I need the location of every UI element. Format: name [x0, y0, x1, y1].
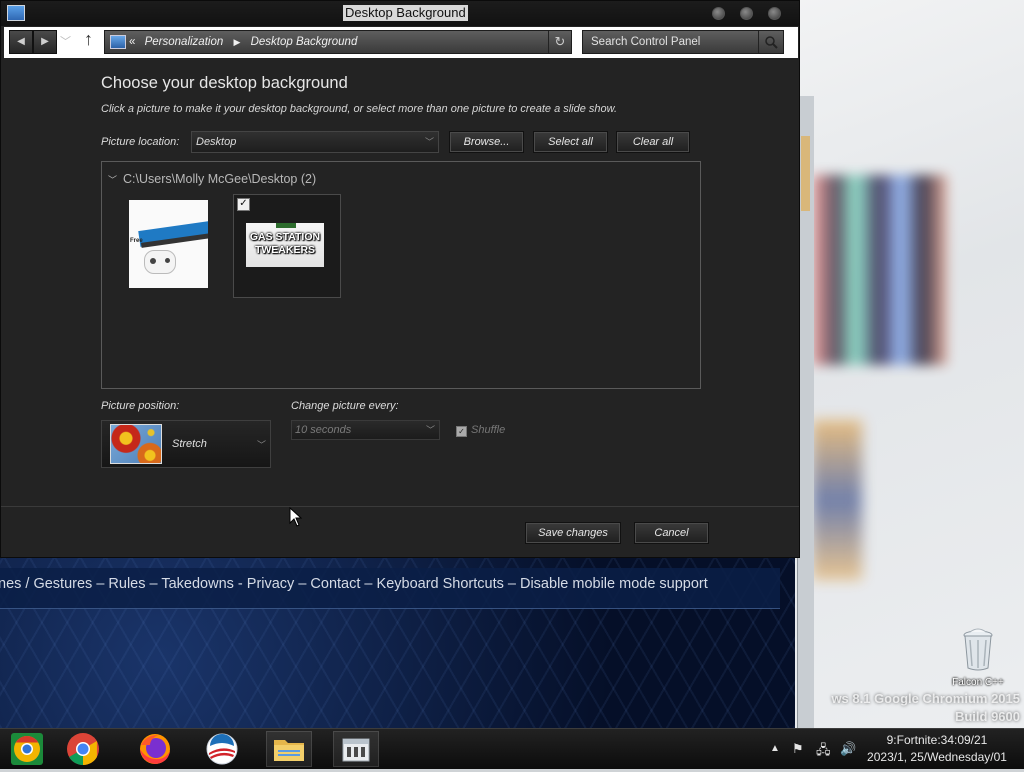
taskbar-firefox[interactable]	[132, 731, 178, 767]
meme-image-detail	[276, 223, 296, 228]
breadcrumb: « Personalization ▶ Desktop Background	[129, 31, 357, 53]
controller-icon	[144, 250, 176, 274]
obama-logo-icon	[206, 733, 238, 765]
titlebar[interactable]: Desktop Background	[1, 1, 799, 26]
meme-caption: GAS STATION TWEAKERS	[249, 231, 321, 256]
change-picture-label: Change picture every:	[291, 400, 399, 412]
shuffle-checkbox[interactable]: ✓	[456, 426, 467, 437]
picture-thumbnail-selected[interactable]: ✓ GAS STATION TWEAKERS	[233, 194, 341, 298]
picture-gallery: ﹀ C:\Users\Molly McGee\Desktop (2) Free ✓…	[101, 161, 701, 389]
change-interval-select[interactable]: 10 seconds ﹀	[291, 420, 440, 440]
picture-location-label: Picture location:	[101, 136, 180, 148]
clock-date: 2023/1, 25/Wednesday/01	[867, 750, 1007, 764]
taskbar-clock[interactable]: 9:Fortnite:34:09/21 2023/1, 25/Wednesday…	[862, 732, 1012, 766]
chevron-down-icon: ﹀	[425, 425, 435, 435]
change-interval-value: 10 seconds	[295, 424, 352, 436]
action-center-flag-icon[interactable]: ⚑	[792, 741, 804, 757]
taskbar-control-panel[interactable]	[333, 731, 379, 767]
page-instructions: Click a picture to make it your desktop …	[101, 103, 618, 115]
minimize-button[interactable]	[712, 7, 725, 20]
footer-divider	[1, 506, 799, 507]
back-arrow-icon: ◀	[17, 36, 25, 47]
os-watermark: ws 8.1 Google Chromium 2015 Build 9600	[831, 690, 1020, 726]
mouse-cursor-icon	[289, 507, 303, 527]
control-panel-app-icon	[7, 5, 25, 21]
back-button[interactable]: ◀	[9, 30, 33, 54]
volume-icon[interactable]: 🔊	[840, 741, 856, 757]
picture-position-label: Picture position:	[101, 400, 180, 412]
folder-path: C:\Users\Molly McGee\Desktop (2)	[123, 172, 317, 186]
close-button[interactable]	[768, 7, 781, 20]
control-panel-icon	[110, 35, 126, 49]
browse-button[interactable]: Browse...	[449, 131, 524, 153]
recycle-bin-label: Falcon C++	[952, 677, 1004, 688]
recycle-bin-desktop-icon[interactable]: Falcon C++	[948, 628, 1008, 688]
blurred-wallpaper-art-2	[812, 420, 862, 580]
picture-thumbnail-controller[interactable]: Free	[129, 200, 208, 288]
search-icon	[765, 36, 778, 49]
chevron-down-icon: ﹀	[256, 440, 266, 450]
footer-links-text[interactable]: nes / Gestures – Rules – Takedowns - Pri…	[0, 576, 708, 592]
watermark-line-1: ws 8.1 Google Chromium 2015	[831, 691, 1020, 706]
meme-image-icon: GAS STATION TWEAKERS	[246, 223, 324, 267]
breadcrumb-separator-icon[interactable]: ▶	[233, 37, 240, 47]
blurred-wallpaper-art	[812, 175, 947, 365]
desktop-background-window: Desktop Background ◀ ▶ ﹀ ↑ « Personaliza…	[0, 0, 800, 558]
thumbnail-text: Free	[130, 238, 143, 244]
chevron-down-icon: ﹀	[424, 137, 434, 147]
maximize-button[interactable]	[740, 7, 753, 20]
picture-position-select[interactable]: Stretch ﹀	[101, 420, 271, 468]
search-input[interactable]	[583, 31, 755, 53]
file-explorer-icon	[274, 740, 304, 761]
firefox-icon	[140, 734, 170, 764]
chrome-canary-icon	[11, 733, 43, 765]
navigation-bar: ◀ ▶ ﹀ ↑ « Personalization ▶ Desktop Back…	[4, 27, 798, 58]
shuffle-label: Shuffle	[471, 424, 506, 436]
shuffle-option[interactable]: ✓ Shuffle	[456, 424, 505, 437]
watermark-line-2: Build 9600	[954, 709, 1020, 724]
select-all-button[interactable]: Select all	[533, 131, 608, 153]
up-arrow-icon[interactable]: ↑	[84, 29, 93, 50]
window-title: Desktop Background	[343, 5, 468, 21]
picture-checkbox[interactable]: ✓	[237, 198, 250, 211]
picture-location-select[interactable]: Desktop ﹀	[191, 131, 439, 153]
picture-position-value: Stretch	[172, 438, 207, 450]
taskbar-chrome-canary[interactable]	[4, 731, 50, 767]
clear-all-button[interactable]: Clear all	[616, 131, 690, 153]
recycle-bin-icon	[963, 628, 993, 671]
forward-button[interactable]: ▶	[33, 30, 57, 54]
control-panel-icon	[342, 738, 370, 762]
webpage-footer-links[interactable]: nes / Gestures – Rules – Takedowns - Pri…	[0, 568, 780, 609]
address-bar[interactable]: « Personalization ▶ Desktop Background ↻	[104, 30, 572, 54]
taskbar-chrome[interactable]	[60, 731, 106, 767]
clock-time: 9:Fortnite:34:09/21	[886, 733, 988, 747]
page-title: Choose your desktop background	[101, 74, 348, 92]
cancel-button[interactable]: Cancel	[634, 522, 709, 544]
breadcrumb-personalization[interactable]: Personalization	[145, 36, 224, 48]
refresh-button[interactable]: ↻	[548, 31, 571, 53]
taskbar-obama-logo[interactable]	[199, 731, 245, 767]
taskbar-file-explorer[interactable]	[266, 731, 312, 767]
breadcrumb-overflow[interactable]: «	[129, 36, 135, 48]
refresh-icon: ↻	[554, 34, 566, 49]
network-icon[interactable]: 🖧	[816, 741, 831, 763]
chrome-icon	[67, 733, 99, 766]
search-box	[582, 30, 784, 54]
picture-location-value: Desktop	[196, 136, 237, 148]
browser-scrollbar-thumb[interactable]	[801, 136, 810, 211]
flowers-preview-icon	[110, 424, 162, 464]
collapse-chevron-icon[interactable]: ﹀	[108, 175, 117, 185]
recent-pages-chevron-icon[interactable]: ﹀	[60, 33, 71, 49]
search-button[interactable]	[758, 31, 783, 53]
taskbar: ▲ ⚑ 🖧 🔊 9:Fortnite:34:09/21 2023/1, 25/W…	[0, 728, 1024, 769]
save-changes-button[interactable]: Save changes	[525, 522, 621, 544]
breadcrumb-desktop-background[interactable]: Desktop Background	[251, 36, 358, 48]
forward-arrow-icon: ▶	[41, 36, 49, 47]
show-hidden-icons-chevron-icon[interactable]: ▲	[770, 743, 780, 754]
folder-group-header[interactable]: ﹀ C:\Users\Molly McGee\Desktop (2)	[108, 172, 316, 186]
